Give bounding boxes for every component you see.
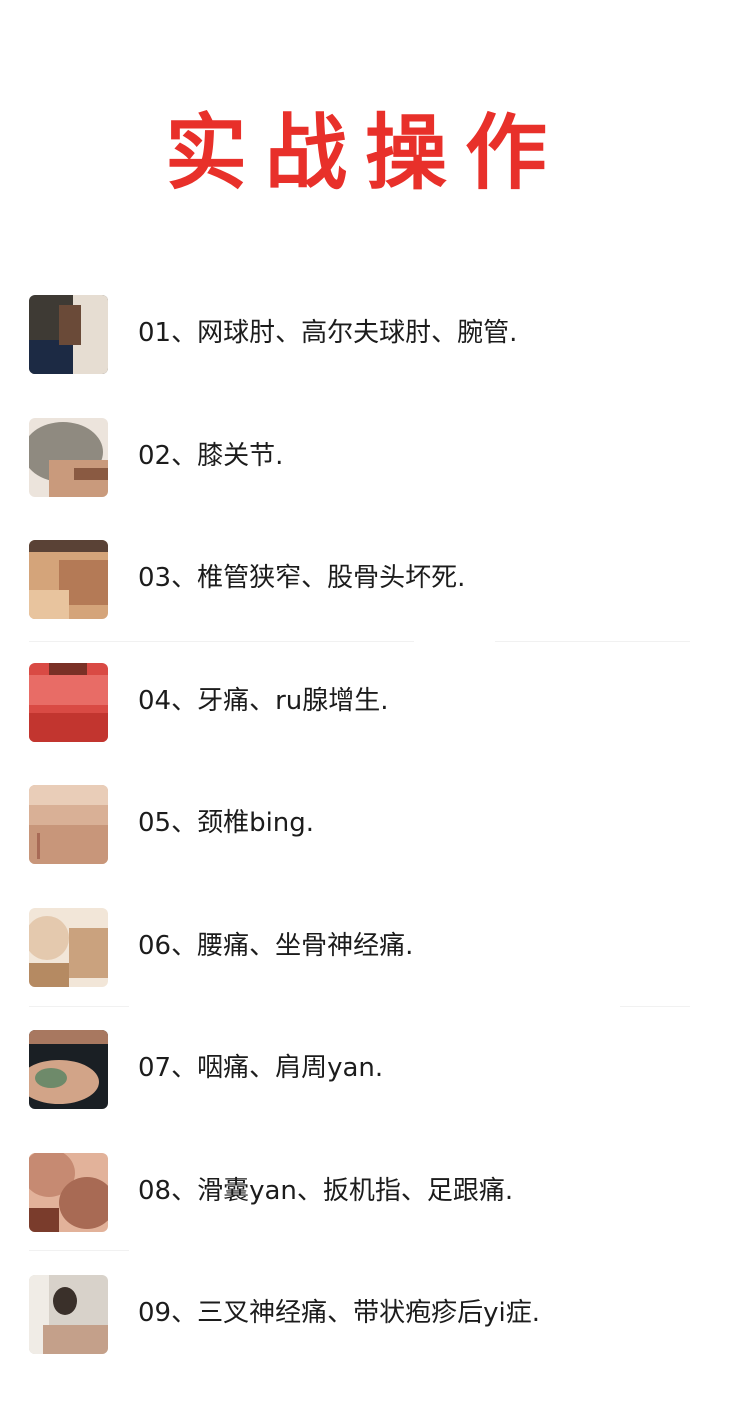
list-item[interactable]: 05、颈椎bing. [29, 785, 729, 908]
list-item[interactable]: 09、三叉神经痛、带状疱疹后yi症. [29, 1275, 729, 1398]
divider [620, 1006, 690, 1007]
list-item[interactable]: 02、膝关节. [29, 417, 729, 541]
thumbnail-image [29, 785, 108, 864]
item-label: 04、牙痛、ru腺增生. [138, 685, 389, 716]
list-item[interactable]: 01、网球肘、高尔夫球肘、腕管. [29, 295, 729, 418]
thumbnail-image [29, 907, 108, 987]
item-label: 01、网球肘、高尔夫球肘、腕管. [138, 318, 518, 348]
item-label: 06、腰痛、坐骨神经痛. [138, 930, 414, 961]
thumbnail-image [29, 1030, 108, 1109]
list-item[interactable]: 08、滑囊yan、扳机指、足跟痛. [29, 1152, 729, 1276]
item-label: 03、椎管狭窄、股骨头坏死. [138, 563, 466, 593]
divider [29, 641, 414, 642]
case-list: 01、网球肘、高尔夫球肘、腕管. 02、膝关节. 03、椎管狭窄、股骨头坏死. [29, 295, 729, 1398]
thumbnail-image [29, 295, 108, 374]
thumbnail-image [29, 1152, 108, 1232]
page-title: 实战操作 [164, 105, 565, 201]
thumbnail-image [29, 662, 108, 742]
list-item[interactable]: 07、咽痛、肩周yan. [29, 1030, 729, 1153]
item-label: 09、三叉神经痛、带状疱疹后yi症. [138, 1298, 540, 1328]
item-label: 07、咽痛、肩周yan. [138, 1053, 384, 1083]
list-item[interactable]: 06、腰痛、坐骨神经痛. [29, 907, 729, 1031]
thumbnail-image [29, 540, 108, 619]
divider [29, 1006, 129, 1007]
thumbnail-image [29, 1275, 108, 1354]
item-label: 08、滑囊yan、扳机指、足跟痛. [138, 1175, 514, 1206]
divider [495, 641, 690, 642]
item-label: 02、膝关节. [138, 440, 284, 471]
list-item[interactable]: 04、牙痛、ru腺增生. [29, 662, 729, 786]
thumbnail-image [29, 417, 108, 497]
list-item[interactable]: 03、椎管狭窄、股骨头坏死. [29, 540, 729, 663]
divider [29, 1250, 129, 1251]
item-label: 05、颈椎bing. [138, 808, 315, 838]
